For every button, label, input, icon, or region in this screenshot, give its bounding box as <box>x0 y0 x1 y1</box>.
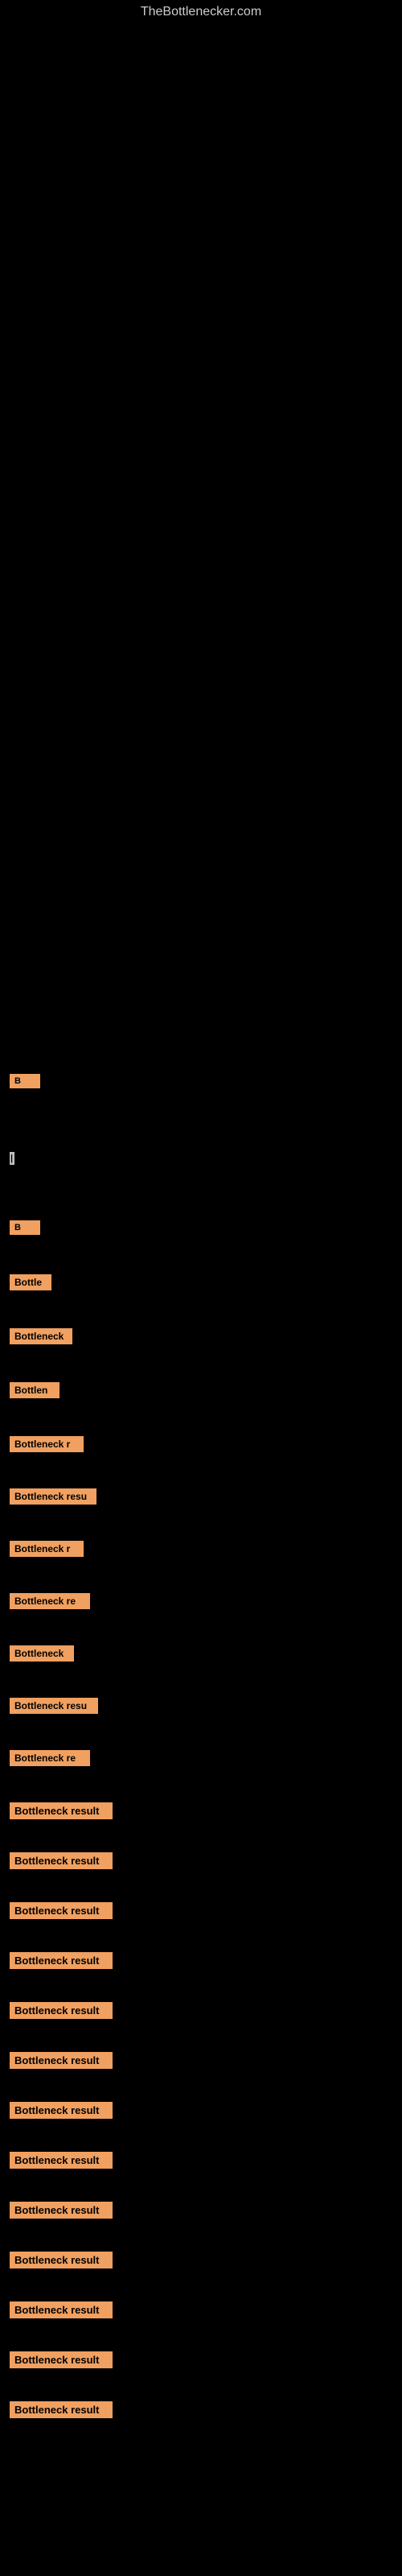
bottleneck-badge: Bottleneck <box>10 1328 72 1344</box>
bottleneck-badge: Bottleneck resu <box>10 1698 98 1714</box>
list-item: | <box>3 1147 402 1175</box>
bottleneck-badge: Bottleneck r <box>10 1436 84 1452</box>
list-item: Bottleneck result <box>3 2047 402 2079</box>
list-item: Bottleneck r <box>3 1431 402 1463</box>
list-item: Bottleneck result <box>3 2147 402 2179</box>
bottleneck-badge: Bottle <box>10 1274 51 1290</box>
bottleneck-badge: Bottleneck result <box>10 2002 113 2019</box>
bottleneck-badge: Bottleneck r <box>10 1541 84 1557</box>
bottleneck-badge: Bottleneck <box>10 1645 74 1662</box>
bottleneck-badge: B <box>10 1220 40 1235</box>
list-item: Bottleneck re <box>3 1588 402 1620</box>
bottleneck-badge: Bottleneck result <box>10 2102 113 2119</box>
list-item: Bottleneck r <box>3 1536 402 1567</box>
list-item: Bottleneck result <box>3 1997 402 2029</box>
list-item: Bottleneck result <box>3 1947 402 1979</box>
list-item: Bottlen <box>3 1377 402 1409</box>
items-container: B | B Bottle Bottleneck Bottlen Bottlene… <box>0 1069 402 2429</box>
list-item: Bottleneck resu <box>3 1693 402 1724</box>
site-header: TheBottlenecker.com <box>0 0 402 23</box>
upper-black-area <box>0 23 402 1069</box>
bottleneck-badge: B <box>10 1074 40 1088</box>
bottleneck-badge: Bottleneck result <box>10 2252 113 2268</box>
bottleneck-badge: | <box>10 1152 14 1165</box>
list-item: Bottleneck result <box>3 1847 402 1880</box>
bottleneck-badge: Bottleneck re <box>10 1750 90 1766</box>
list-item: Bottleneck re <box>3 1745 402 1777</box>
list-item: Bottleneck resu <box>3 1484 402 1515</box>
bottleneck-badge: Bottleneck result <box>10 2301 113 2318</box>
list-item: B <box>3 1216 402 1245</box>
list-item: Bottleneck result <box>3 2396 402 2429</box>
list-item: Bottleneck result <box>3 1798 402 1830</box>
bottleneck-badge: Bottleneck result <box>10 2202 113 2219</box>
list-item: Bottleneck <box>3 1323 402 1355</box>
bottleneck-badge: Bottleneck result <box>10 2152 113 2169</box>
bottleneck-badge: Bottleneck result <box>10 1952 113 1969</box>
list-item: Bottleneck result <box>3 2247 402 2279</box>
list-item: Bottleneck result <box>3 2347 402 2379</box>
bottleneck-badge: Bottleneck result <box>10 2401 113 2418</box>
list-item: B <box>3 1069 402 1099</box>
bottleneck-badge: Bottleneck resu <box>10 1488 96 1505</box>
bottleneck-badge: Bottleneck result <box>10 1802 113 1819</box>
bottleneck-badge: Bottleneck result <box>10 1852 113 1869</box>
page-wrapper: TheBottlenecker.com B | B Bottle Bottlen… <box>0 0 402 2576</box>
list-item: Bottleneck result <box>3 2297 402 2329</box>
bottleneck-badge: Bottleneck result <box>10 2052 113 2069</box>
bottleneck-badge: Bottleneck result <box>10 1902 113 1919</box>
list-item: Bottleneck result <box>3 2197 402 2229</box>
bottleneck-badge: Bottleneck re <box>10 1593 90 1609</box>
list-item: Bottleneck result <box>3 1897 402 1930</box>
bottleneck-badge: Bottleneck result <box>10 2351 113 2368</box>
list-item: Bottle <box>3 1269 402 1301</box>
bottleneck-badge: Bottlen <box>10 1382 59 1398</box>
list-item: Bottleneck result <box>3 2097 402 2129</box>
site-title: TheBottlenecker.com <box>141 5 261 19</box>
list-item: Bottleneck <box>3 1641 402 1672</box>
